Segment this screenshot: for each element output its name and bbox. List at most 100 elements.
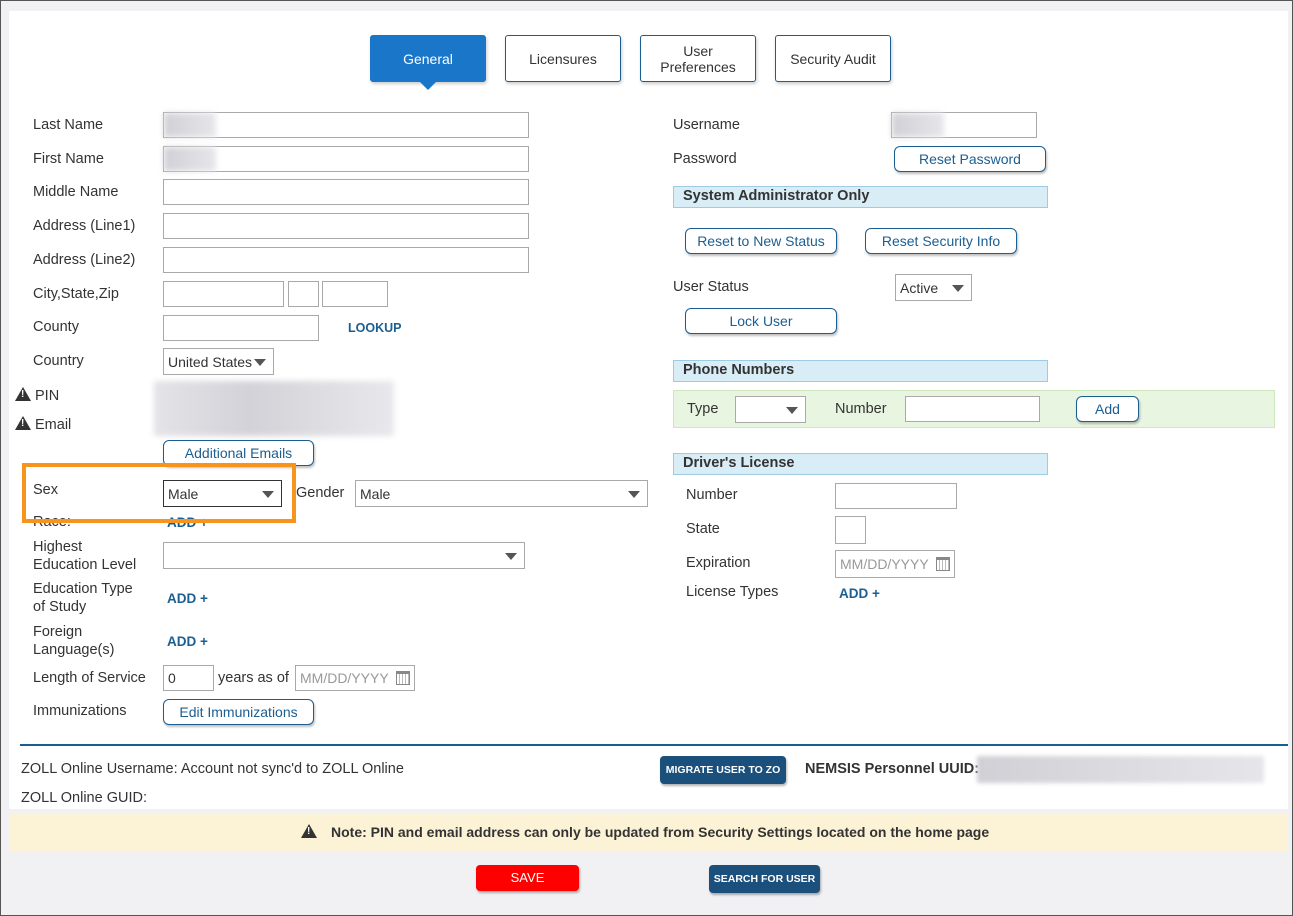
chevron-down-icon (254, 359, 266, 366)
address2-input[interactable] (163, 247, 529, 273)
search-user-button[interactable]: SEARCH FOR USER (709, 865, 820, 893)
gender-value: Male (360, 486, 391, 502)
note-text-content: Note: PIN and email address can only be … (331, 824, 990, 840)
education-type-line2: of Study (33, 599, 87, 615)
middle-name-input[interactable] (163, 179, 529, 205)
drivers-license-header: Driver's License (673, 453, 1048, 475)
middle-name-label: Middle Name (33, 184, 119, 200)
foreign-language-line1: Foreign (33, 624, 83, 640)
dl-number-input[interactable] (835, 483, 957, 509)
phone-numbers-header: Phone Numbers (673, 360, 1048, 382)
zoll-guid-label: ZOLL Online GUID: (21, 790, 147, 806)
user-status-select[interactable]: Active (895, 274, 972, 301)
last-name-input[interactable] (163, 112, 529, 138)
address1-input[interactable] (163, 213, 529, 239)
reset-new-status-button[interactable]: Reset to New Status (685, 228, 837, 254)
reset-security-info-button[interactable]: Reset Security Info (865, 228, 1017, 254)
nemsis-uuid-label: NEMSIS Personnel UUID: (805, 761, 980, 777)
warning-icon (301, 824, 317, 838)
address2-label: Address (Line2) (33, 252, 136, 268)
education-level-label: Highest Education Level (33, 538, 136, 574)
length-of-service-input[interactable] (163, 665, 214, 691)
chevron-down-icon (786, 407, 798, 414)
education-type-line1: Education Type (33, 581, 133, 597)
highlight-box (22, 463, 296, 523)
edit-immunizations-button[interactable]: Edit Immunizations (163, 699, 314, 725)
save-button[interactable]: SAVE (476, 865, 579, 891)
chevron-down-icon (952, 285, 964, 292)
foreign-language-label: Foreign Language(s) (33, 623, 114, 659)
county-input[interactable] (163, 315, 319, 341)
county-label: County (33, 319, 79, 335)
immunizations-label: Immunizations (33, 703, 127, 719)
foreign-language-line2: Language(s) (33, 642, 115, 658)
dl-state-label: State (686, 521, 720, 537)
length-of-service-label: Length of Service (33, 670, 146, 686)
email-label: Email (15, 416, 71, 433)
education-level-line2: Education Level (33, 557, 137, 573)
dl-number-label: Number (686, 487, 738, 503)
country-select[interactable]: United States (163, 348, 274, 375)
first-name-label: First Name (33, 151, 104, 167)
nemsis-uuid-redacted (977, 756, 1264, 783)
zip-input[interactable] (322, 281, 388, 307)
tab-general-label: General (403, 50, 453, 67)
calendar-icon[interactable] (396, 671, 410, 685)
country-label: Country (33, 353, 84, 369)
warning-icon (15, 416, 31, 430)
phone-type-select[interactable] (735, 396, 806, 423)
tab-general[interactable]: General (370, 35, 486, 90)
tab-licensures-label: Licensures (529, 50, 597, 67)
chevron-down-icon (628, 491, 640, 498)
dl-license-types-add-link[interactable]: ADD + (839, 586, 880, 601)
service-date-input[interactable]: MM/DD/YYYY (295, 665, 415, 691)
sysadmin-section-header: System Administrator Only (673, 186, 1048, 208)
user-status-label: User Status (673, 279, 749, 295)
country-value: United States (168, 354, 253, 370)
dl-expiration-input[interactable]: MM/DD/YYYY (835, 550, 955, 578)
tab-licensures[interactable]: Licensures (505, 35, 621, 82)
reset-password-button[interactable]: Reset Password (894, 146, 1046, 172)
active-tab-pointer (419, 81, 437, 90)
footer-divider (20, 744, 1288, 746)
user-status-value: Active (900, 280, 939, 296)
dl-expiration-label: Expiration (686, 555, 751, 571)
tab-user-preferences[interactable]: User Preferences (640, 35, 756, 82)
tab-security-audit[interactable]: Security Audit (775, 35, 891, 82)
lock-user-button[interactable]: Lock User (685, 308, 837, 334)
city-state-zip-label: City,State,Zip (33, 286, 119, 302)
note-text: Note: PIN and email address can only be … (301, 824, 989, 840)
first-name-redacted (164, 147, 216, 171)
last-name-label: Last Name (33, 117, 104, 133)
username-label: Username (673, 117, 740, 133)
gender-select[interactable]: Male (355, 480, 648, 507)
foreign-language-add-link[interactable]: ADD + (167, 634, 208, 649)
education-level-select[interactable] (163, 542, 525, 569)
dl-state-input[interactable] (835, 516, 866, 544)
years-as-of-label: years as of (218, 670, 289, 686)
dl-license-types-label: License Types (686, 584, 779, 600)
migrate-user-button[interactable]: MIGRATE USER TO ZO (660, 756, 786, 784)
calendar-icon[interactable] (936, 557, 950, 571)
service-date-placeholder: MM/DD/YYYY (300, 670, 389, 686)
tab-security-audit-label: Security Audit (790, 50, 876, 67)
tab-user-preferences-label: User Preferences (660, 42, 736, 75)
education-type-add-link[interactable]: ADD + (167, 591, 208, 606)
dl-expiration-placeholder: MM/DD/YYYY (840, 556, 929, 572)
gender-label: Gender (296, 485, 345, 501)
phone-add-button[interactable]: Add (1076, 396, 1139, 422)
address1-label: Address (Line1) (33, 218, 136, 234)
chevron-down-icon (505, 553, 517, 560)
county-lookup-link[interactable]: LOOKUP (348, 321, 401, 335)
email-label-text: Email (35, 417, 72, 433)
password-label: Password (673, 151, 737, 167)
user-edit-panel: General Licensures User Preferences Secu… (0, 0, 1293, 916)
first-name-input[interactable] (163, 146, 529, 172)
pin-email-redacted (154, 381, 394, 436)
city-input[interactable] (163, 281, 284, 307)
education-type-label: Education Type of Study (33, 580, 133, 616)
phone-number-input[interactable] (905, 396, 1040, 422)
pin-label: PIN (15, 387, 59, 404)
zoll-username-text: ZOLL Online Username: Account not sync'd… (21, 761, 404, 777)
state-input[interactable] (288, 281, 319, 307)
